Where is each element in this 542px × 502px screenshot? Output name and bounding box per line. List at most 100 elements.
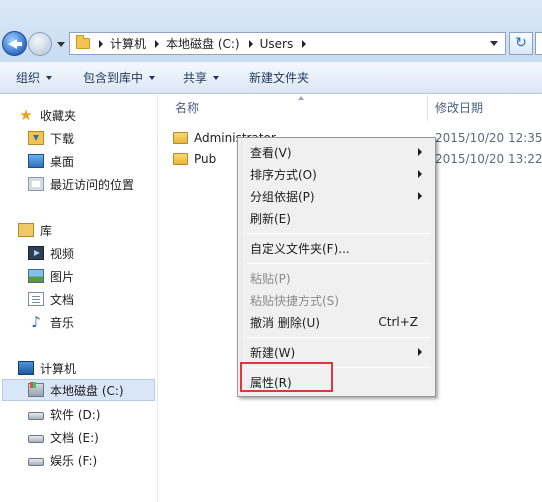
menu-item-label: 撤消 删除(U) (250, 315, 320, 330)
sort-ascending-icon (298, 96, 304, 100)
menu-item-label: 粘贴(P) (250, 271, 291, 286)
sidebar-item-label: 软件 (D:) (50, 407, 101, 422)
video-icon (28, 246, 44, 260)
share-button[interactable]: 共享 (183, 62, 220, 94)
drive-icon (28, 434, 44, 443)
sidebar-item-label: 下载 (50, 131, 75, 146)
context-menu: 查看(V) 排序方式(O) 分组依据(P) 刷新(E) 自定义文件夹(F)...… (237, 137, 436, 397)
computer-icon (18, 361, 34, 375)
sidebar-item-downloads[interactable]: 下载 (28, 127, 74, 149)
recent-places-icon (28, 177, 44, 191)
organize-menu-button[interactable]: 组织 (16, 62, 53, 94)
address-bar-area: 计算机 本地磁盘 (C:) Users ↻ (0, 0, 542, 62)
sidebar-item-desktop[interactable]: 桌面 (28, 150, 74, 172)
library-icon (18, 223, 34, 237)
breadcrumb-arrow-icon[interactable] (99, 39, 103, 48)
sidebar-item-music[interactable]: ♪ 音乐 (28, 311, 74, 333)
sidebar-item-label: 本地磁盘 (C:) (50, 383, 124, 398)
menu-item-label: 分组依据(P) (250, 189, 315, 204)
chevron-down-icon (149, 75, 156, 80)
sidebar-item-label: 收藏夹 (40, 108, 77, 123)
sidebar-item-label: 视频 (50, 246, 75, 261)
column-header-modified[interactable]: 修改日期 (435, 95, 483, 121)
file-name: Pub (194, 152, 217, 166)
breadcrumb-local-disk[interactable]: 本地磁盘 (C:) (166, 35, 240, 52)
menu-item-refresh[interactable]: 刷新(E) (250, 207, 430, 229)
sidebar-item-libraries[interactable]: 库 (18, 219, 52, 241)
highlight-annotation-box (240, 362, 333, 392)
picture-icon (28, 269, 44, 283)
navigation-pane: ★ 收藏夹 下载 桌面 最近访问的位置 库 视频 图片 文档 ♪ 音乐 计算机 … (0, 95, 158, 502)
sidebar-item-drive-f[interactable]: 娱乐 (F:) (28, 449, 97, 471)
file-row-public[interactable]: Pub (173, 148, 216, 170)
sidebar-item-pictures[interactable]: 图片 (28, 265, 74, 287)
column-header-name[interactable]: 名称 (175, 95, 199, 121)
sidebar-item-label: 文档 (50, 292, 75, 307)
menu-item-new[interactable]: 新建(W) (250, 341, 430, 363)
include-in-library-button[interactable]: 包含到库中 (83, 62, 156, 94)
menu-gutter (241, 141, 242, 393)
folder-icon (76, 35, 90, 49)
desktop-icon (28, 154, 44, 168)
sidebar-item-label: 最近访问的位置 (50, 177, 135, 192)
sidebar-item-computer[interactable]: 计算机 (18, 357, 76, 379)
sidebar-item-drive-e[interactable]: 文档 (E:) (28, 426, 99, 448)
search-input[interactable] (535, 32, 542, 55)
submenu-arrow-icon (418, 192, 422, 200)
menu-item-label: 新建(W) (250, 345, 296, 360)
menu-item-label: 自定义文件夹(F)... (250, 241, 350, 256)
menu-item-sort-by[interactable]: 排序方式(O) (250, 163, 430, 185)
new-folder-button[interactable]: 新建文件夹 (249, 62, 309, 94)
system-drive-icon (28, 382, 44, 397)
menu-item-shortcut: Ctrl+Z (378, 315, 418, 329)
refresh-button[interactable]: ↻ (509, 32, 533, 55)
organize-label: 组织 (16, 71, 41, 85)
menu-item-customize-folder[interactable]: 自定义文件夹(F)... (250, 237, 430, 259)
sidebar-item-favorites[interactable]: ★ 收藏夹 (18, 104, 76, 126)
submenu-arrow-icon (418, 348, 422, 356)
chevron-down-icon (46, 75, 53, 80)
sidebar-item-documents[interactable]: 文档 (28, 288, 74, 310)
share-label: 共享 (183, 71, 208, 85)
folder-icon (173, 153, 188, 165)
menu-item-undo-delete[interactable]: 撤消 删除(U) Ctrl+Z (250, 311, 430, 333)
breadcrumb-computer[interactable]: 计算机 (110, 35, 146, 52)
drive-icon (28, 457, 44, 466)
sidebar-item-drive-d[interactable]: 软件 (D:) (28, 403, 100, 425)
sidebar-item-recent-places[interactable]: 最近访问的位置 (28, 173, 134, 195)
submenu-arrow-icon (418, 148, 422, 156)
back-button[interactable] (2, 31, 27, 56)
menu-item-paste[interactable]: 粘贴(P) (250, 267, 430, 289)
address-history-dropdown[interactable] (490, 41, 498, 46)
command-bar: 组织 包含到库中 共享 新建文件夹 (0, 62, 542, 94)
new-folder-label: 新建文件夹 (249, 71, 310, 85)
sidebar-item-label: 库 (40, 223, 53, 238)
downloads-folder-icon (28, 131, 44, 145)
recent-pages-dropdown[interactable] (57, 42, 65, 47)
menu-item-label: 刷新(E) (250, 211, 291, 226)
star-icon: ★ (19, 106, 33, 124)
address-field[interactable]: 计算机 本地磁盘 (C:) Users (69, 32, 506, 55)
breadcrumb-arrow-icon[interactable] (248, 39, 253, 48)
menu-item-view[interactable]: 查看(V) (250, 141, 430, 163)
sidebar-item-label: 图片 (50, 269, 75, 284)
folder-icon (173, 132, 188, 144)
file-date: 2015/10/20 12:35 (435, 131, 542, 145)
breadcrumb-arrow-icon[interactable] (155, 39, 160, 48)
menu-item-paste-shortcut[interactable]: 粘贴快捷方式(S) (250, 289, 430, 311)
menu-separator (247, 337, 431, 338)
menu-separator (247, 233, 431, 234)
menu-item-group-by[interactable]: 分组依据(P) (250, 185, 430, 207)
menu-item-label: 查看(V) (250, 145, 292, 160)
drive-icon (28, 411, 44, 420)
forward-button[interactable] (28, 32, 52, 56)
music-note-icon: ♪ (31, 313, 41, 331)
breadcrumb-users[interactable]: Users (260, 37, 294, 51)
include-in-library-label: 包含到库中 (83, 71, 144, 85)
column-divider[interactable] (427, 95, 428, 121)
sidebar-item-videos[interactable]: 视频 (28, 242, 74, 264)
sidebar-item-local-disk-c[interactable]: 本地磁盘 (C:) (2, 379, 155, 401)
sidebar-item-label: 娱乐 (F:) (50, 453, 98, 468)
document-icon (28, 292, 44, 306)
breadcrumb-arrow-icon[interactable] (302, 39, 307, 48)
